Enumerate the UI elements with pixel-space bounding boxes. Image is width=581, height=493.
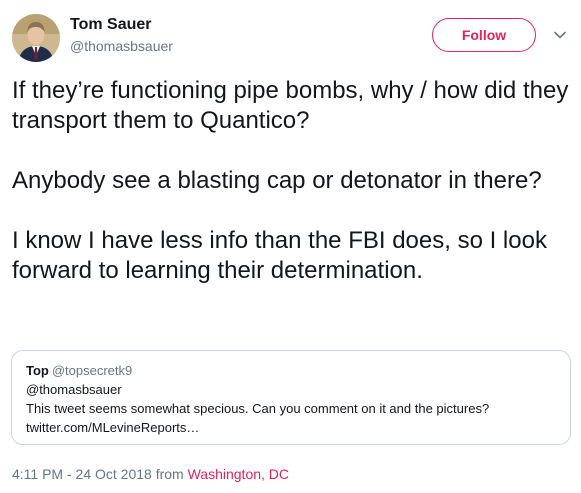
quoted-tweet[interactable]: Top @topsecretk9 @thomasbsauer This tweet… (11, 350, 571, 445)
tweet-paragraph: I know I have less info than the FBI doe… (12, 227, 547, 284)
tweet-paragraph: Anybody see a blasting cap or detonator … (12, 167, 542, 194)
follow-button[interactable]: Follow (432, 18, 536, 52)
tweet-text: If they’re functioning pipe bombs, why /… (12, 76, 572, 286)
chevron-down-icon[interactable] (553, 28, 567, 42)
quoted-tweet-text: This tweet seems somewhat specious. Can … (26, 401, 490, 416)
tweet-paragraph: If they’re functioning pipe bombs, why /… (12, 77, 569, 134)
author-display-name[interactable]: Tom Sauer (70, 16, 152, 34)
author-avatar[interactable] (12, 14, 60, 62)
location-link[interactable]: Washington, DC (188, 466, 289, 482)
tweet-card: Tom Sauer @thomasbsauer Follow If they’r… (0, 0, 581, 493)
tweet-metadata: 4:11 PM - 24 Oct 2018 from Washington, D… (12, 466, 289, 482)
quoted-reply-to: @thomasbsauer (26, 382, 122, 397)
author-handle[interactable]: @thomasbsauer (70, 38, 173, 54)
from-label: from (155, 466, 184, 482)
profile-photo-icon (12, 14, 60, 62)
quoted-tweet-link: twitter.com/MLevineReports… (26, 420, 200, 435)
tweet-timestamp[interactable]: 4:11 PM - 24 Oct 2018 (12, 466, 152, 482)
quoted-tweet-header: Top @topsecretk9 (26, 362, 558, 380)
quoted-author-handle: @topsecretk9 (51, 363, 133, 378)
quoted-author-name: Top (26, 363, 49, 378)
